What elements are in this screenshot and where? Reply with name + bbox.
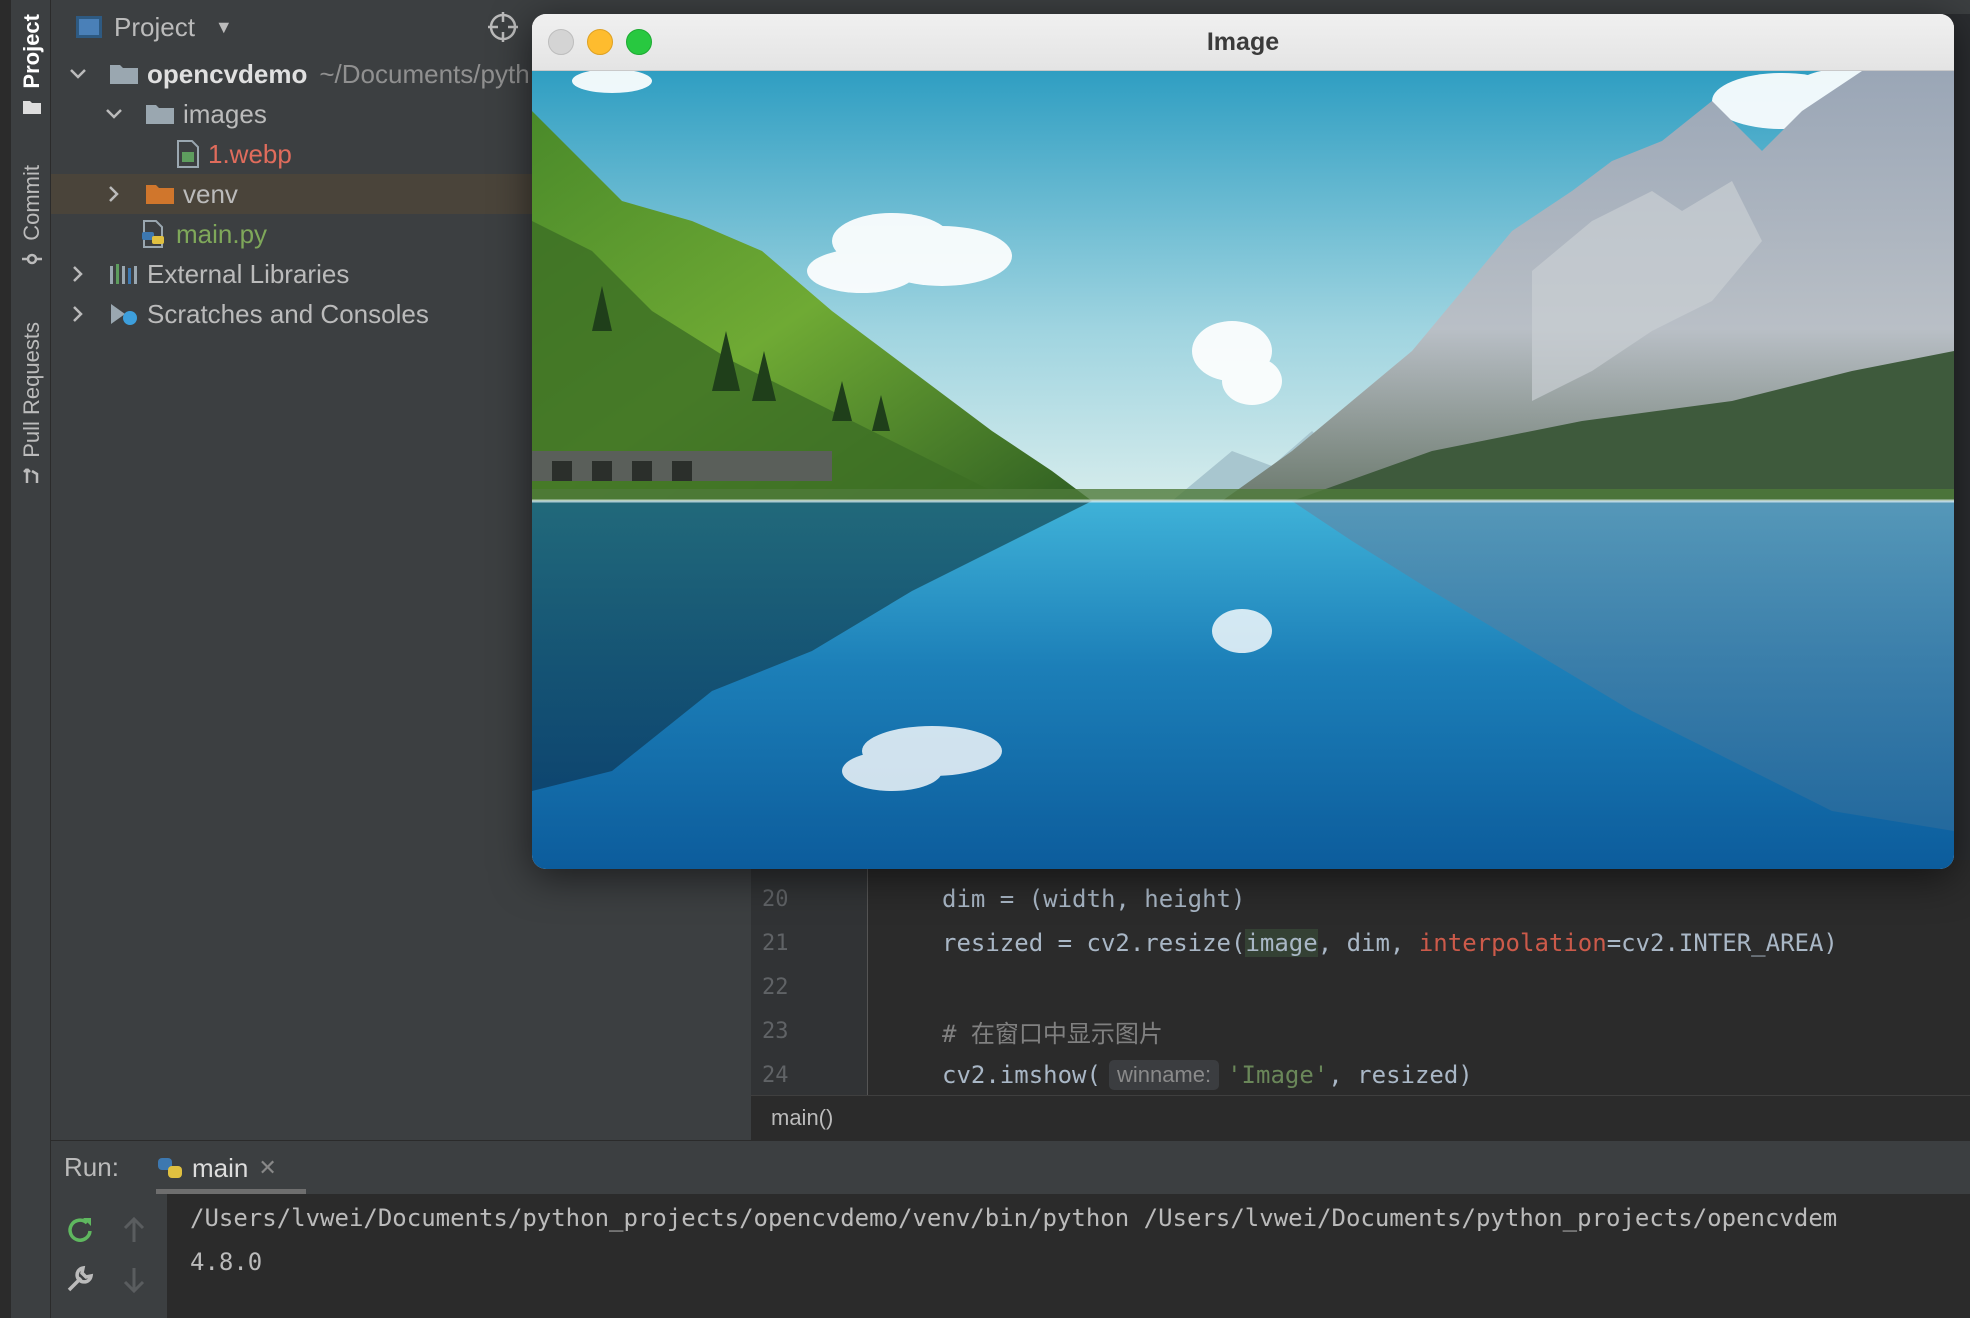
tree-item-label: External Libraries <box>147 258 350 289</box>
string-literal: 'Image' <box>1227 1061 1329 1089</box>
tool-tab-project[interactable]: Project <box>14 14 50 117</box>
chevron-right-icon[interactable] <box>67 263 89 285</box>
wrench-icon[interactable] <box>65 1264 95 1294</box>
project-view-icon <box>76 16 102 38</box>
python-file-icon <box>142 220 164 248</box>
rerun-icon[interactable] <box>65 1214 95 1244</box>
run-tab-main[interactable]: main ✕ <box>156 1141 277 1195</box>
commit-icon <box>22 253 42 265</box>
breadcrumb: main() <box>751 1095 1970 1140</box>
window-title: Image <box>1206 27 1280 56</box>
tree-item-label: images <box>183 98 267 129</box>
tool-tab-project-label: Project <box>19 14 44 89</box>
keyword-argument: interpolation <box>1418 929 1607 957</box>
folder-icon <box>110 65 138 84</box>
lake-mountain-photo <box>532 71 1954 869</box>
tree-item-label: opencvdemo <box>147 58 308 89</box>
python-icon <box>158 1158 182 1178</box>
tool-tab-commit[interactable]: Commit <box>14 165 50 269</box>
parameter-hint: winname: <box>1108 1060 1220 1090</box>
tree-item-label: main.py <box>176 218 268 249</box>
arrow-down-icon[interactable] <box>121 1266 147 1294</box>
arrow-up-icon[interactable] <box>121 1216 147 1244</box>
locate-file-icon[interactable] <box>486 10 520 44</box>
run-toolbar <box>51 1194 167 1318</box>
image-window[interactable]: Image <box>532 14 1954 869</box>
line-number: 22 <box>762 974 789 1000</box>
image-file-icon <box>177 140 199 168</box>
run-label: Run: <box>64 1152 119 1182</box>
code-text: , resized) <box>1328 1061 1473 1089</box>
line-number: 21 <box>762 930 789 956</box>
tool-window-strip: Project Commit Pull Requests <box>0 0 51 1318</box>
chevron-right-icon[interactable] <box>103 183 125 205</box>
chevron-down-icon[interactable] <box>103 103 125 125</box>
chevron-right-icon[interactable] <box>67 303 89 325</box>
code-text: resized = cv2.resize( <box>942 929 1246 957</box>
tree-item-label: 1.webp <box>208 138 292 169</box>
tool-tab-pull-requests[interactable]: Pull Requests <box>14 322 50 486</box>
console-line: /Users/lvwei/Documents/python_projects/o… <box>190 1204 1838 1232</box>
project-panel-title[interactable]: Project <box>114 12 195 43</box>
highlighted-identifier: image <box>1245 929 1318 957</box>
breadcrumb-item[interactable]: main() <box>771 1105 833 1131</box>
tree-item-label: Scratches and Consoles <box>147 298 429 329</box>
code-text: cv2.imshow( <box>942 1061 1101 1089</box>
run-tab-label: main <box>192 1152 249 1183</box>
code-line[interactable]: cv2.imshow(winname: 'Image', resized) <box>942 1053 1473 1097</box>
tree-item-path: ~/Documents/pyth <box>319 58 530 89</box>
strip-edge <box>0 0 11 1318</box>
window-titlebar[interactable]: Image <box>532 14 1954 71</box>
line-number: 24 <box>762 1062 789 1088</box>
folder-icon <box>23 100 41 114</box>
code-line[interactable]: resized = cv2.resize(image, dim, interpo… <box>942 921 1838 965</box>
tool-tab-commit-label: Commit <box>19 165 44 241</box>
code-text: , dim, <box>1317 929 1419 957</box>
line-number: 23 <box>762 1018 789 1044</box>
code-line[interactable]: # 在窗口中显示图片 <box>942 1009 1163 1053</box>
tool-tab-pull-requests-label: Pull Requests <box>19 322 44 458</box>
chevron-down-icon[interactable]: ▼ <box>215 17 233 38</box>
code-comment: # 在窗口中显示图片 <box>942 1019 1163 1048</box>
orange-folder-icon <box>146 185 174 204</box>
folder-icon <box>146 105 174 124</box>
run-panel-header: Run: main ✕ <box>51 1140 1970 1194</box>
code-line[interactable]: dim = (width, height) <box>942 877 1245 921</box>
chevron-down-icon[interactable] <box>67 63 89 85</box>
code-text: =cv2.INTER_AREA) <box>1606 929 1838 957</box>
scratches-icon <box>111 304 137 325</box>
pull-request-icon <box>23 467 39 483</box>
editor-tab-bar <box>751 0 1970 14</box>
console-line: 4.8.0 <box>190 1248 263 1276</box>
line-number: 20 <box>762 886 789 912</box>
code-text: dim = (width, height) <box>942 885 1246 913</box>
library-icon <box>110 264 137 284</box>
tree-item-label: venv <box>183 178 238 209</box>
close-icon[interactable]: ✕ <box>258 1155 276 1181</box>
